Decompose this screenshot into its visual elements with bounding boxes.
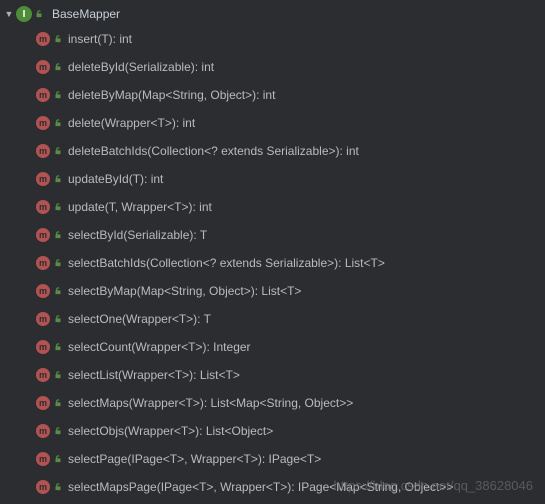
structure-tree: BaseMapper insert(T): int deleteById(Seri… (0, 0, 545, 504)
method-node[interactable]: selectObjs(Wrapper<T>): List<Object> (0, 417, 545, 445)
unlock-icon (53, 314, 63, 324)
method-icon (36, 144, 50, 158)
method-icon (36, 312, 50, 326)
method-icon (36, 256, 50, 270)
unlock-icon (53, 286, 63, 296)
method-icon (36, 480, 50, 494)
method-signature-label: updateById(T): int (68, 172, 163, 186)
method-icon (36, 200, 50, 214)
method-icon (36, 116, 50, 130)
unlock-icon (53, 62, 63, 72)
interface-icon (16, 6, 32, 22)
unlock-icon (53, 34, 63, 44)
method-signature-label: update(T, Wrapper<T>): int (68, 200, 212, 214)
method-signature-label: selectList(Wrapper<T>): List<T> (68, 368, 240, 382)
method-signature-label: delete(Wrapper<T>): int (68, 116, 195, 130)
unlock-icon (53, 370, 63, 380)
method-signature-label: selectByMap(Map<String, Object>): List<T… (68, 284, 301, 298)
method-signature-label: selectBatchIds(Collection<? extends Seri… (68, 256, 385, 270)
method-icon (36, 340, 50, 354)
method-signature-label: selectObjs(Wrapper<T>): List<Object> (68, 424, 273, 438)
method-icon (36, 396, 50, 410)
method-node[interactable]: selectOne(Wrapper<T>): T (0, 305, 545, 333)
method-node[interactable]: insert(T): int (0, 25, 545, 53)
unlock-icon (53, 258, 63, 268)
unlock-icon (53, 174, 63, 184)
expand-arrow-icon[interactable] (4, 9, 14, 19)
unlock-icon (53, 230, 63, 240)
method-icon (36, 424, 50, 438)
unlock-icon (53, 146, 63, 156)
method-signature-label: selectOne(Wrapper<T>): T (68, 312, 211, 326)
methods-list: insert(T): int deleteById(Serializable): … (0, 25, 545, 501)
unlock-icon (53, 90, 63, 100)
unlock-icon (53, 426, 63, 436)
method-signature-label: selectById(Serializable): T (68, 228, 207, 242)
method-node[interactable]: deleteById(Serializable): int (0, 53, 545, 81)
method-node[interactable]: deleteBatchIds(Collection<? extends Seri… (0, 137, 545, 165)
method-icon (36, 228, 50, 242)
method-signature-label: selectMapsPage(IPage<T>, Wrapper<T>): IP… (68, 480, 453, 494)
method-signature-label: selectMaps(Wrapper<T>): List<Map<String,… (68, 396, 353, 410)
method-node[interactable]: selectList(Wrapper<T>): List<T> (0, 361, 545, 389)
method-node[interactable]: selectMaps(Wrapper<T>): List<Map<String,… (0, 389, 545, 417)
unlock-icon (53, 454, 63, 464)
class-name-label: BaseMapper (52, 7, 120, 21)
unlock-icon (53, 342, 63, 352)
method-signature-label: selectPage(IPage<T>, Wrapper<T>): IPage<… (68, 452, 321, 466)
unlock-icon (53, 398, 63, 408)
method-node[interactable]: selectByMap(Map<String, Object>): List<T… (0, 277, 545, 305)
method-node[interactable]: selectBatchIds(Collection<? extends Seri… (0, 249, 545, 277)
method-signature-label: insert(T): int (68, 32, 132, 46)
method-node[interactable]: deleteByMap(Map<String, Object>): int (0, 81, 545, 109)
unlock-icon (34, 9, 44, 19)
method-icon (36, 60, 50, 74)
method-signature-label: deleteByMap(Map<String, Object>): int (68, 88, 275, 102)
method-node[interactable]: updateById(T): int (0, 165, 545, 193)
method-node[interactable]: selectCount(Wrapper<T>): Integer (0, 333, 545, 361)
unlock-icon (53, 482, 63, 492)
unlock-icon (53, 118, 63, 128)
method-node[interactable]: selectMapsPage(IPage<T>, Wrapper<T>): IP… (0, 473, 545, 501)
unlock-icon (53, 202, 63, 212)
class-node-root[interactable]: BaseMapper (0, 3, 545, 25)
method-node[interactable]: delete(Wrapper<T>): int (0, 109, 545, 137)
method-node[interactable]: update(T, Wrapper<T>): int (0, 193, 545, 221)
method-icon (36, 284, 50, 298)
method-icon (36, 88, 50, 102)
method-node[interactable]: selectById(Serializable): T (0, 221, 545, 249)
method-signature-label: deleteById(Serializable): int (68, 60, 214, 74)
method-node[interactable]: selectPage(IPage<T>, Wrapper<T>): IPage<… (0, 445, 545, 473)
method-signature-label: selectCount(Wrapper<T>): Integer (68, 340, 251, 354)
method-icon (36, 32, 50, 46)
method-icon (36, 368, 50, 382)
method-signature-label: deleteBatchIds(Collection<? extends Seri… (68, 144, 359, 158)
method-icon (36, 172, 50, 186)
method-icon (36, 452, 50, 466)
